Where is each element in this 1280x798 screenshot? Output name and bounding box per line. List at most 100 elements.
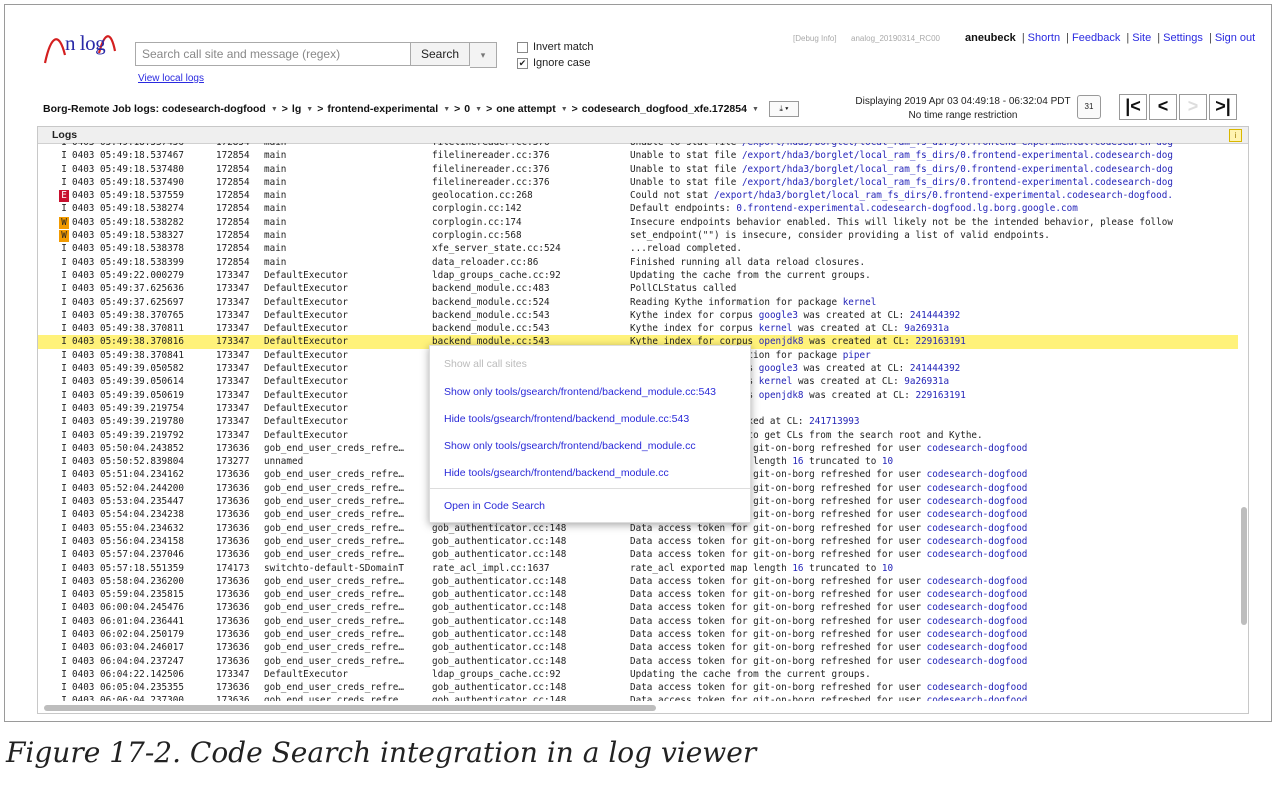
log-message-link[interactable]: codesearch-dogfood [927,469,1028,480]
breadcrumb-cell[interactable]: lg [292,103,301,115]
log-source-location[interactable]: xfe_server_state.cc:524 [432,242,561,255]
log-source-location[interactable]: ldap_groups_cache.cc:92 [432,668,561,681]
log-message-link[interactable]: codesearch-dogfood [927,682,1028,693]
first-page-button[interactable]: |< [1119,94,1147,120]
log-message-link[interactable]: 229163191 [915,336,965,347]
log-message-link[interactable]: codesearch-dogfood [927,656,1028,667]
search-options-chevron-icon[interactable]: ▾ [470,42,497,68]
menu-item-show-all-call-sites[interactable]: Show all call sites [444,358,527,370]
log-source-location[interactable]: geolocation.cc:268 [432,189,533,202]
log-source-location[interactable]: gob_authenticator.cc:148 [432,655,566,668]
breadcrumb-job[interactable]: Borg-Remote Job logs: codesearch-dogfood [43,103,266,115]
log-row[interactable]: I 0403 06:00:04.245476 173636 gob_end_user_… [38,601,1238,614]
log-message-link[interactable]: 9a26931a [904,323,949,334]
log-row[interactable]: I 0403 05:56:04.234158 173636 gob_end_user_… [38,535,1238,548]
log-message-link[interactable]: codesearch-dogfood [927,549,1028,560]
log-source-location[interactable]: gob_authenticator.cc:148 [432,628,566,641]
log-row[interactable]: I 0403 05:49:38.370811 173347 DefaultExecut… [38,322,1238,335]
download-icon[interactable]: ⤓ ▾ [768,101,799,117]
chevron-down-icon[interactable]: ▼ [475,106,482,113]
log-message-link[interactable]: kernel [759,323,793,334]
menu-item-show-only-file[interactable]: Show only tools/gsearch/frontend/backend… [444,440,696,452]
log-message-link[interactable]: /export/hda3/borglet/local_ram_fs_dirs/0… [742,164,1173,175]
checkbox-checked-icon[interactable]: ✔ [517,57,528,69]
log-source-location[interactable]: ldap_groups_cache.cc:92 [432,269,561,282]
log-row[interactable]: I 0403 05:49:38.370765 173347 DefaultExecut… [38,309,1238,322]
debug-info-link[interactable]: [Debug Info] [793,34,837,43]
menu-item-hide-line[interactable]: Hide tools/gsearch/frontend/backend_modu… [444,413,689,425]
log-message-link[interactable]: codesearch-dogfood [927,523,1028,534]
log-row[interactable]: I 0403 05:49:18.538399 172854 main data_relo… [38,256,1238,269]
log-message-link[interactable]: codesearch-dogfood [927,483,1028,494]
site-link[interactable]: Site [1132,32,1151,44]
log-row[interactable]: W 0403 05:49:18.538282 172854 main corplogin… [38,216,1238,229]
log-row[interactable]: I 0403 05:58:04.236200 173636 gob_end_user_… [38,575,1238,588]
log-row[interactable]: I 0403 05:49:18.537467 172854 main fileliner… [38,149,1238,162]
log-message-link[interactable]: /export/hda3/borglet/local_ram_fs_dirs/0… [714,190,1173,201]
log-row[interactable]: I 0403 06:04:04.237247 173636 gob_end_user_… [38,655,1238,668]
log-row[interactable]: I 0403 06:03:04.246017 173636 gob_end_user_… [38,641,1238,654]
log-source-location[interactable]: gob_authenticator.cc:148 [432,694,566,701]
prev-page-button[interactable]: < [1149,94,1177,120]
log-source-location[interactable]: gob_authenticator.cc:148 [432,535,566,548]
log-source-location[interactable]: gob_authenticator.cc:148 [432,641,566,654]
log-message-link[interactable]: codesearch-dogfood [927,576,1028,587]
log-source-location[interactable]: backend_module.cc:524 [432,296,550,309]
log-message-link[interactable]: 10 [882,456,893,467]
log-row[interactable]: I 0403 05:49:22.000279 173347 DefaultExecut… [38,269,1238,282]
log-message-link[interactable]: 16 [792,563,803,574]
log-message-link[interactable]: 241444392 [910,363,960,374]
log-message-link[interactable]: google3 [759,310,798,321]
log-row[interactable]: E 0403 05:49:18.537559 172854 main geolocati… [38,189,1238,203]
menu-item-hide-file[interactable]: Hide tools/gsearch/frontend/backend_modu… [444,467,669,479]
log-row[interactable]: I 0403 05:55:04.234632 173636 gob_end_user_… [38,522,1238,535]
log-message-link[interactable]: 10 [882,563,893,574]
log-row[interactable]: I 0403 06:06:04.237300 173636 gob_end_user_… [38,694,1238,701]
menu-item-show-only-line[interactable]: Show only tools/gsearch/frontend/backend… [444,386,716,398]
breadcrumb-attempt[interactable]: one attempt [496,103,556,115]
log-row[interactable]: I 0403 06:02:04.250179 173636 gob_end_user_… [38,628,1238,641]
checkbox-icon[interactable] [517,41,528,53]
next-page-button[interactable]: > [1179,94,1207,120]
search-input[interactable] [135,42,417,66]
log-message-link[interactable]: codesearch-dogfood [927,629,1028,640]
log-row[interactable]: I 0403 05:49:18.538378 172854 main xfe_serve… [38,242,1238,255]
log-message-link[interactable]: 241713993 [809,416,859,427]
log-source-location[interactable]: gob_authenticator.cc:148 [432,522,566,535]
feedback-link[interactable]: Feedback [1072,32,1120,44]
log-row[interactable]: I 0403 05:49:37.625636 173347 DefaultExecut… [38,282,1238,295]
log-message-link[interactable]: /export/hda3/borglet/local_ram_fs_dirs/0… [742,150,1173,161]
log-message-link[interactable]: 229163191 [915,390,965,401]
log-row[interactable]: I 0403 05:57:04.237046 173636 gob_end_user_… [38,548,1238,561]
log-source-location[interactable]: gob_authenticator.cc:148 [432,601,566,614]
log-row[interactable]: I 0403 05:59:04.235815 173636 gob_end_user_… [38,588,1238,601]
chevron-down-icon[interactable]: ▼ [443,106,450,113]
breadcrumb-job-name[interactable]: frontend-experimental [327,103,438,115]
log-message-link[interactable]: codesearch-dogfood [927,602,1028,613]
log-row[interactable]: W 0403 05:49:18.538327 172854 main corplogin… [38,229,1238,243]
log-message-link[interactable]: 241444392 [910,310,960,321]
log-message-link[interactable]: codesearch-dogfood [927,509,1028,520]
log-row[interactable]: I 0403 05:49:18.538274 172854 main corplogin… [38,202,1238,215]
shortn-link[interactable]: Shortn [1028,32,1060,44]
breadcrumb-log-file[interactable]: codesearch_dogfood_xfe.172854 [582,103,747,115]
sign-out-link[interactable]: Sign out [1215,32,1255,44]
log-message-link[interactable]: kernel [843,297,877,308]
log-message-link[interactable]: google3 [759,363,798,374]
log-row[interactable]: I 0403 06:04:22.142506 173347 DefaultExecut… [38,668,1238,681]
log-source-location[interactable]: corplogin.cc:174 [432,216,522,229]
chevron-down-icon[interactable]: ▼ [271,106,278,113]
ignore-case-checkbox[interactable]: ✔ Ignore case [517,57,590,69]
horizontal-scrollbar[interactable] [44,705,656,711]
log-message-link[interactable]: piper [843,350,871,361]
chevron-down-icon[interactable]: ▼ [306,106,313,113]
log-message-link[interactable]: codesearch-dogfood [927,443,1028,454]
log-message-link[interactable]: codesearch-dogfood [927,642,1028,653]
chevron-down-icon[interactable]: ▼ [752,106,759,113]
log-source-location[interactable]: backend_module.cc:543 [432,322,550,335]
log-source-location[interactable]: gob_authenticator.cc:148 [432,548,566,561]
log-source-location[interactable]: rate_acl_impl.cc:1637 [432,562,550,575]
log-row[interactable]: I 0403 05:57:18.551359 174173 switchto-defa… [38,562,1238,575]
log-source-location[interactable]: corplogin.cc:568 [432,229,522,242]
chevron-down-icon[interactable]: ▼ [561,106,568,113]
